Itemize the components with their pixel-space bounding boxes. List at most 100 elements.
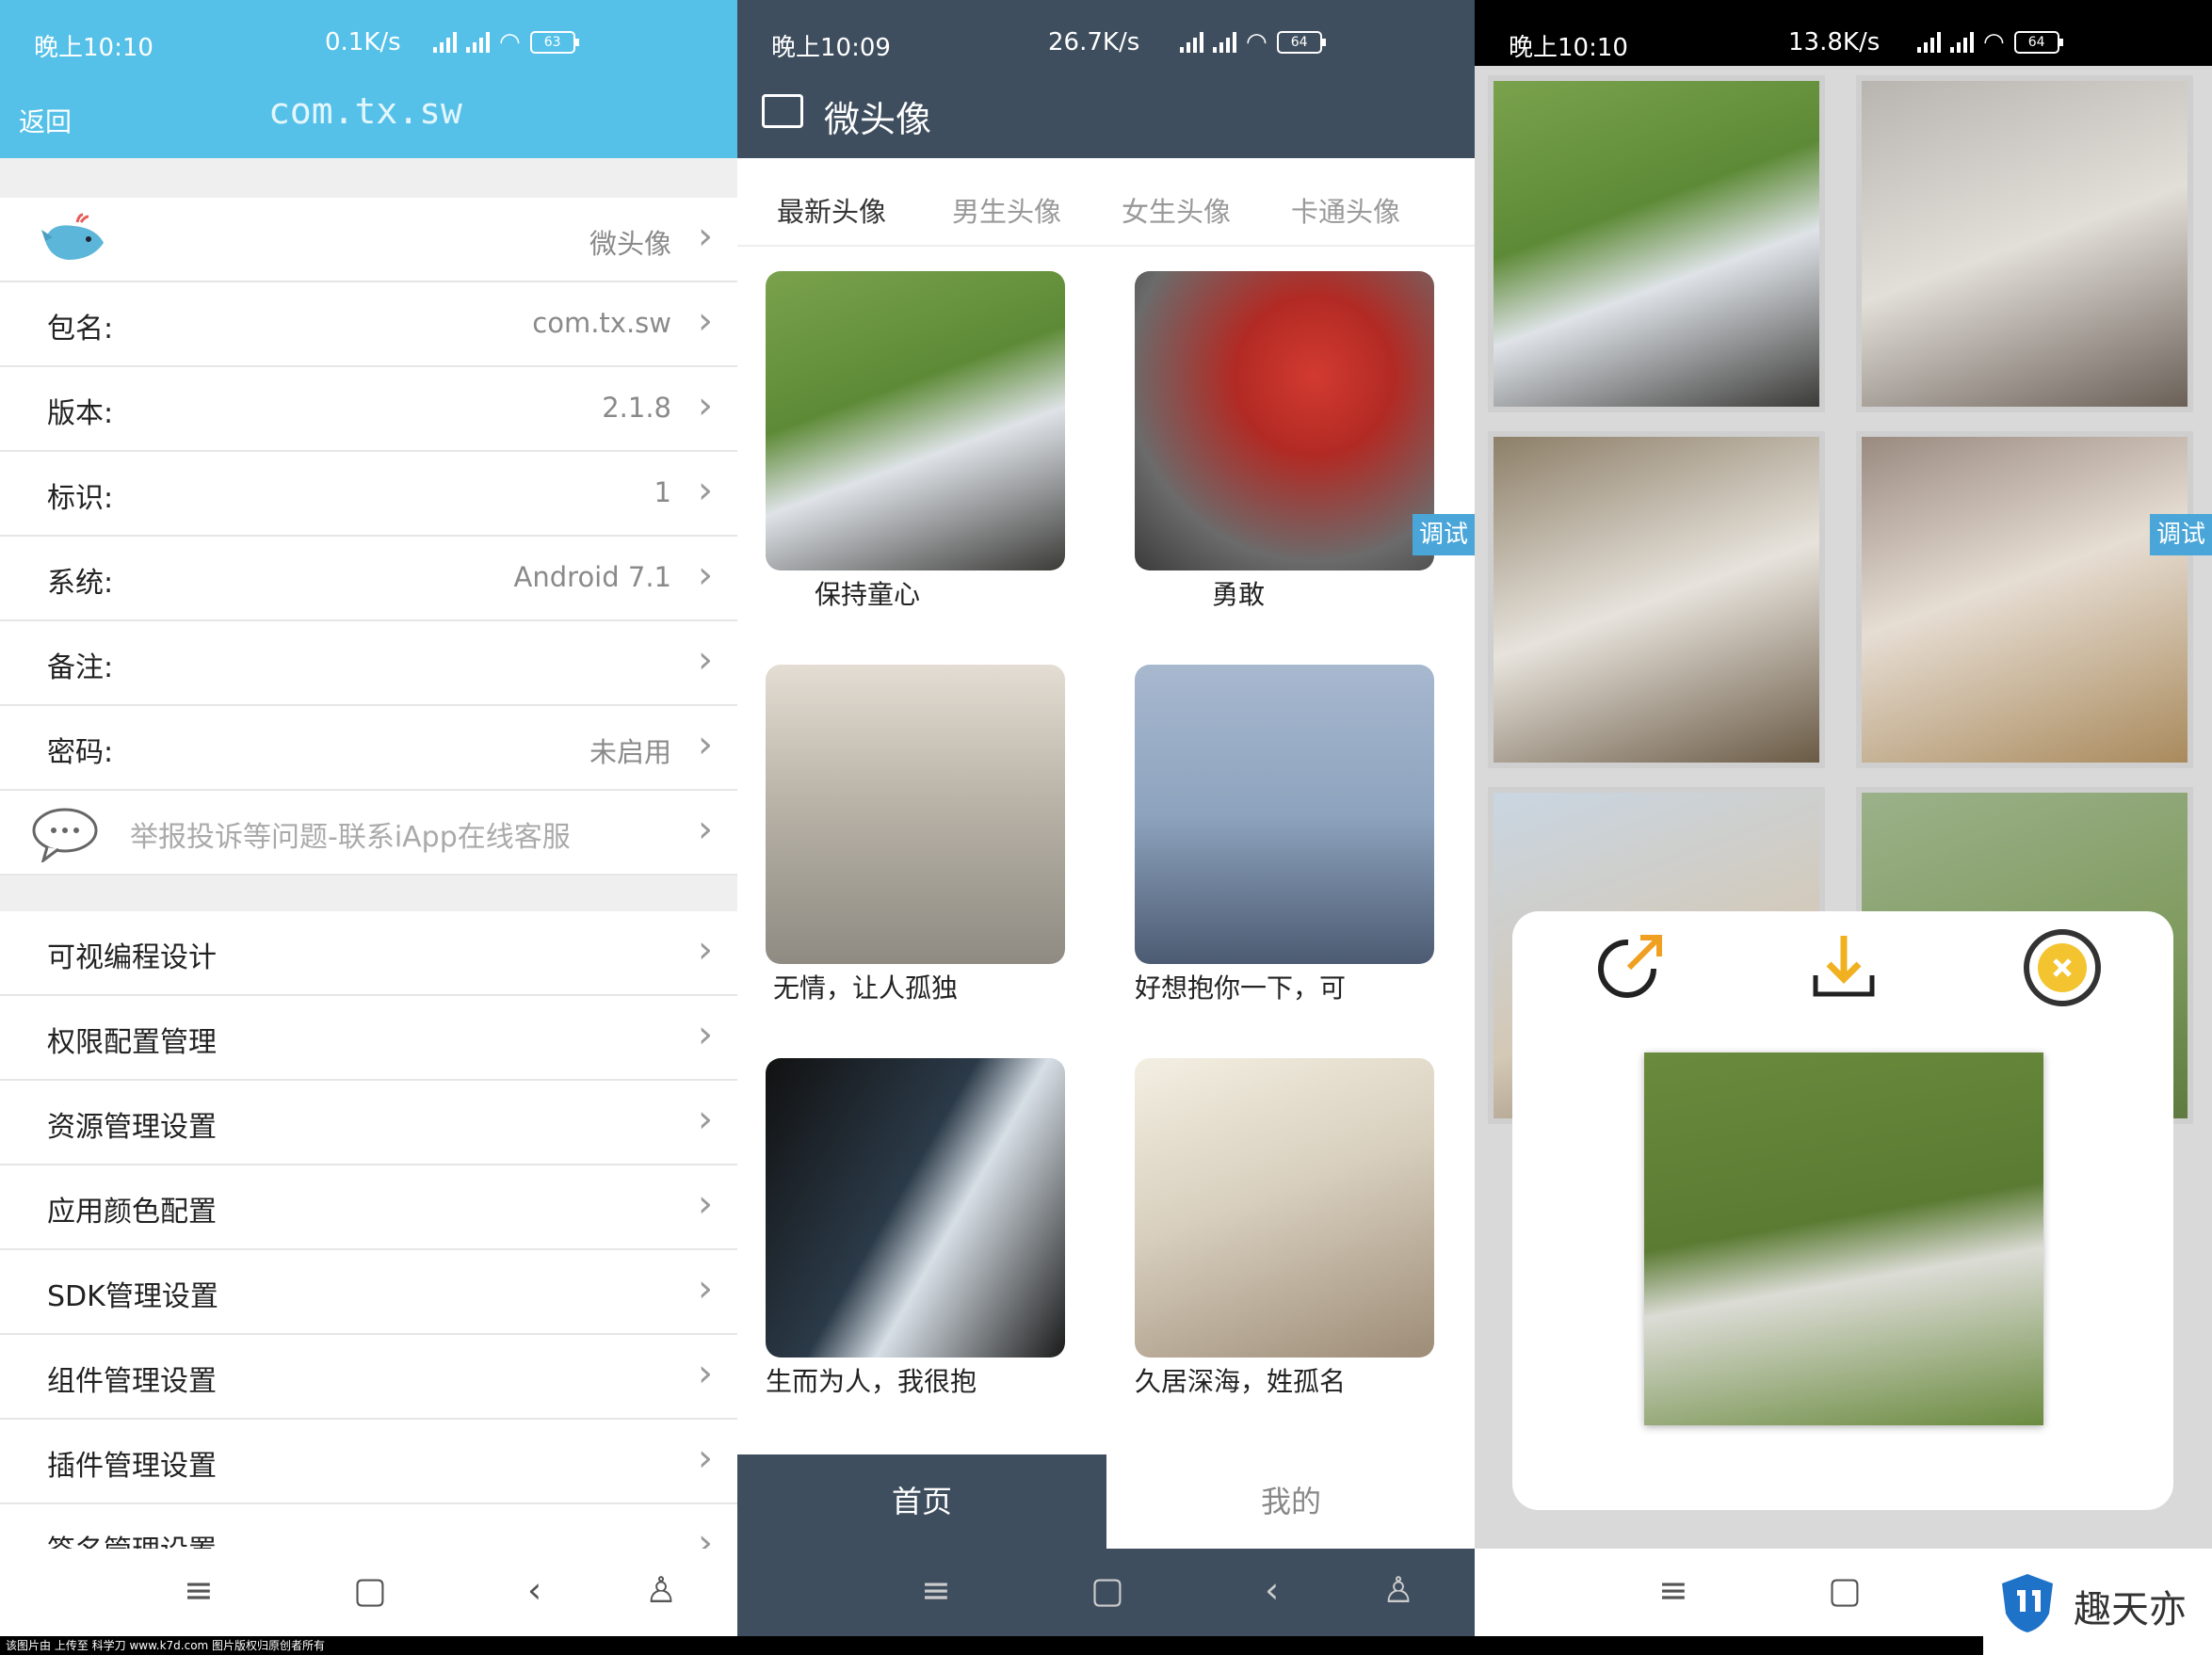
status-time: 晚上10:10 [34,34,153,62]
status-time: 晚上10:09 [771,34,891,62]
menu-label: 插件管理设置 [47,1450,217,1483]
footer-credit: 该图片由 上传至 科学刀 www.k7d.com 图片版权归原创者所有 [0,1636,1983,1655]
note-row[interactable]: 备注: › [0,621,737,706]
menu-label: 资源管理设置 [47,1111,217,1144]
menu-label: 可视编程设计 [47,941,217,974]
status-time: 晚上10:10 [1509,34,1628,62]
menu-signing[interactable]: 签名管理设置 › [0,1504,737,1553]
id-row[interactable]: 标识: 1 › [0,452,737,537]
menu-permissions[interactable]: 权限配置管理 › [0,996,737,1081]
menu-label: 权限配置管理 [47,1026,217,1059]
row-label: 标识: [47,482,114,515]
status-icons: ◠ 64 [1917,28,2063,56]
row-label: 系统: [47,567,114,600]
card-caption: 好想抱你一下，可 [1135,972,1347,1004]
share-icon[interactable] [1588,928,1669,1009]
image-tile[interactable] [1856,75,2193,412]
settings-panel: 晚上10:10 0.1K/s ◠ 63 返回 com.tx.sw 微头像 › 包… [0,0,737,1655]
row-value: 2.1.8 [602,392,671,424]
status-bar: 晚上10:10 13.8K/s ◠ 64 [1475,0,2212,83]
menu-icon[interactable]: ≡ [184,1569,214,1611]
card-caption: 无情，让人孤独 [773,972,959,1004]
menu-icon[interactable]: ≡ [921,1569,951,1611]
row-value: 未启用 [589,736,671,768]
accessibility-icon[interactable]: ♙ [1382,1569,1414,1611]
menu-icon[interactable]: ≡ [1658,1569,1688,1611]
chevron-right-icon: › [698,808,713,851]
avatar-card[interactable]: 好想抱你一下，可 [1135,665,1434,1005]
image-tile[interactable] [1856,431,2193,768]
row-value: Android 7.1 [513,561,671,593]
close-icon[interactable] [2019,924,2106,1011]
tab-home[interactable]: 首页 [737,1454,1106,1549]
avatar-card[interactable]: 无情，让人孤独 [766,665,1065,1005]
menu-sdk[interactable]: SDK管理设置 › [0,1250,737,1335]
image-tile[interactable] [1488,431,1825,768]
square-icon[interactable]: ▢ [1828,1569,1862,1611]
preview-dialog [1512,911,2173,1510]
chevron-right-icon: › [698,299,713,343]
avatar-card[interactable]: 勇敢 [1135,271,1434,612]
package-row[interactable]: 包名: com.tx.sw › [0,282,737,367]
avatar-image [1135,665,1434,964]
back-icon[interactable]: ‹ [1265,1569,1279,1611]
accessibility-icon[interactable]: ♙ [645,1569,677,1611]
home-panel: 晚上10:09 26.7K/s ◠ 64 微头像 最新头像 男生头像 女生头像 … [737,0,1475,1655]
avatar-image [766,665,1065,964]
menu-visual-programming[interactable]: 可视编程设计 › [0,911,737,996]
signal-icon [433,32,457,53]
menu-colors[interactable]: 应用颜色配置 › [0,1165,737,1250]
tab-female[interactable]: 女生头像 [1122,190,1231,230]
wifi-icon: ◠ [499,28,521,56]
debug-badge[interactable]: 调试 [2150,514,2212,555]
chevron-right-icon: › [698,1267,713,1310]
avatar-card[interactable]: 久居深海，姓孤名 [1135,1058,1434,1399]
bottom-tab-bar: 首页 我的 [737,1454,1475,1549]
row-label: 版本: [47,397,114,430]
card-caption: 生而为人，我很抱 [766,1366,977,1397]
version-row[interactable]: 版本: 2.1.8 › [0,367,737,452]
report-row[interactable]: 举报投诉等问题-联系iApp在线客服 › [0,791,737,876]
square-icon[interactable]: ▢ [1090,1569,1124,1611]
watermark-text: 趣天亦 [2074,1588,2187,1631]
settings-header: 晚上10:10 0.1K/s ◠ 63 返回 com.tx.sw [0,0,737,158]
avatar-card[interactable]: 保持童心 [766,271,1065,612]
wifi-icon: ◠ [1983,28,2005,56]
status-bar: 晚上10:10 0.1K/s ◠ 63 [0,0,737,83]
password-row[interactable]: 密码: 未启用 › [0,706,737,791]
chat-icon [32,808,98,862]
app-row[interactable]: 微头像 › [0,198,737,282]
back-icon[interactable]: ‹ [527,1569,541,1611]
chevron-right-icon: › [698,1182,713,1226]
chevron-right-icon: › [698,1098,713,1141]
avatar-image [1135,271,1434,570]
tab-cartoon[interactable]: 卡通头像 [1291,190,1400,230]
card-caption: 勇敢 [1212,579,1266,610]
tab-male[interactable]: 男生头像 [952,190,1061,230]
status-bar: 晚上10:09 26.7K/s ◠ 64 [737,0,1475,83]
app-logo-icon [762,94,803,128]
chevron-right-icon: › [698,554,713,597]
square-icon[interactable]: ▢ [353,1569,387,1611]
system-row[interactable]: 系统: Android 7.1 › [0,537,737,621]
download-icon[interactable] [1804,928,1883,1007]
avatar-card[interactable]: 生而为人，我很抱 [766,1058,1065,1399]
menu-components[interactable]: 组件管理设置 › [0,1335,737,1420]
menu-resources[interactable]: 资源管理设置 › [0,1081,737,1165]
menu-label: 应用颜色配置 [47,1196,217,1229]
menu-plugins[interactable]: 插件管理设置 › [0,1420,737,1504]
wifi-icon: ◠ [1246,28,1267,56]
row-label: 备注: [47,651,114,684]
back-button[interactable]: 返回 [19,102,72,139]
image-tile[interactable] [1488,75,1825,412]
preview-top-bar: 晚上10:10 13.8K/s ◠ 64 [1475,0,2212,66]
tab-latest[interactable]: 最新头像 [777,190,886,230]
card-caption: 保持童心 [815,579,921,610]
signal-icon [1950,32,1974,53]
tab-mine[interactable]: 我的 [1106,1454,1475,1549]
chevron-right-icon: › [698,1013,713,1056]
debug-badge[interactable]: 调试 [1413,514,1475,555]
avatar-image [1135,1058,1434,1358]
shield-logo-icon [2002,1574,2053,1632]
status-speed: 0.1K/s [325,28,401,56]
